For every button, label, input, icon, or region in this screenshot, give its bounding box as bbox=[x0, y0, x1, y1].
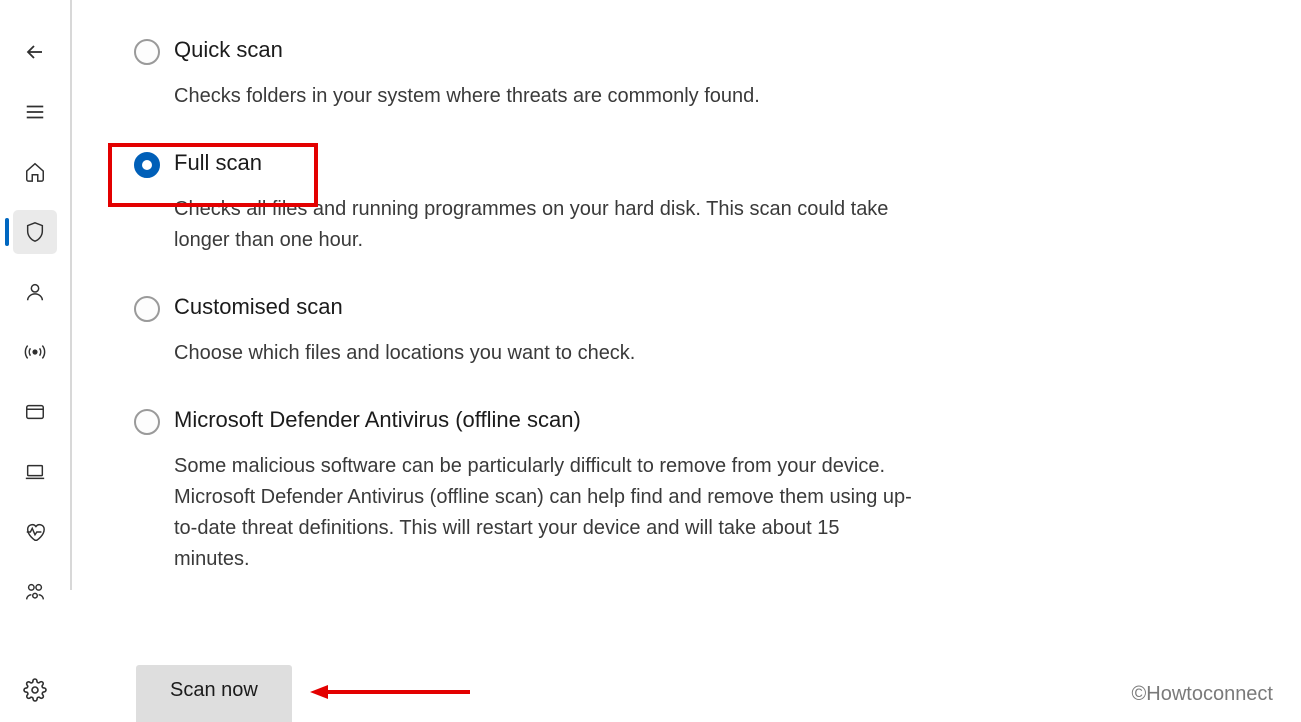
option-title: Customised scan bbox=[174, 294, 914, 320]
option-quick-scan[interactable]: Quick scan Checks folders in your system… bbox=[134, 37, 914, 112]
option-title: Microsoft Defender Antivirus (offline sc… bbox=[174, 407, 914, 433]
nav-device-security[interactable] bbox=[13, 450, 57, 494]
option-desc: Checks all files and running programmes … bbox=[174, 194, 914, 256]
option-title: Quick scan bbox=[174, 37, 914, 63]
hamburger-icon bbox=[24, 101, 46, 123]
back-button[interactable] bbox=[13, 30, 57, 74]
nav-device-performance[interactable] bbox=[13, 510, 57, 554]
nav-settings[interactable] bbox=[13, 668, 57, 712]
option-title: Full scan bbox=[174, 150, 914, 176]
scan-row: Scan now bbox=[136, 665, 470, 722]
heart-pulse-icon bbox=[23, 521, 47, 543]
nav-home[interactable] bbox=[13, 150, 57, 194]
arrow-left-red-icon bbox=[310, 682, 470, 702]
radio-customised-scan[interactable] bbox=[134, 296, 160, 322]
nav-account[interactable] bbox=[13, 270, 57, 314]
scan-options-panel: Quick scan Checks folders in your system… bbox=[72, 0, 1301, 722]
option-desc: Checks folders in your system where thre… bbox=[174, 81, 914, 112]
option-desc: Some malicious software can be particula… bbox=[174, 451, 914, 575]
laptop-icon bbox=[23, 461, 47, 483]
shield-icon bbox=[24, 221, 46, 243]
nav-firewall[interactable] bbox=[13, 330, 57, 374]
family-icon bbox=[23, 581, 47, 603]
nav-app-browser[interactable] bbox=[13, 390, 57, 434]
person-icon bbox=[24, 281, 46, 303]
radio-quick-scan[interactable] bbox=[134, 39, 160, 65]
nav-virus-protection[interactable] bbox=[13, 210, 57, 254]
sidebar bbox=[0, 0, 70, 722]
menu-button[interactable] bbox=[13, 90, 57, 134]
annotation-arrow bbox=[310, 682, 470, 702]
option-full-scan[interactable]: Full scan Checks all files and running p… bbox=[134, 150, 914, 256]
option-customised-scan[interactable]: Customised scan Choose which files and l… bbox=[134, 294, 914, 369]
option-desc: Choose which files and locations you wan… bbox=[174, 338, 914, 369]
option-offline-scan[interactable]: Microsoft Defender Antivirus (offline sc… bbox=[134, 407, 914, 575]
home-icon bbox=[24, 161, 46, 183]
gear-icon bbox=[23, 678, 47, 702]
radio-offline-scan[interactable] bbox=[134, 409, 160, 435]
scan-now-button[interactable]: Scan now bbox=[136, 665, 292, 722]
window-icon bbox=[24, 401, 46, 423]
radio-full-scan[interactable] bbox=[134, 152, 160, 178]
arrow-left-icon bbox=[23, 40, 47, 64]
nav-family[interactable] bbox=[13, 570, 57, 614]
watermark: ©Howtoconnect bbox=[1132, 683, 1273, 706]
broadcast-icon bbox=[23, 341, 47, 363]
